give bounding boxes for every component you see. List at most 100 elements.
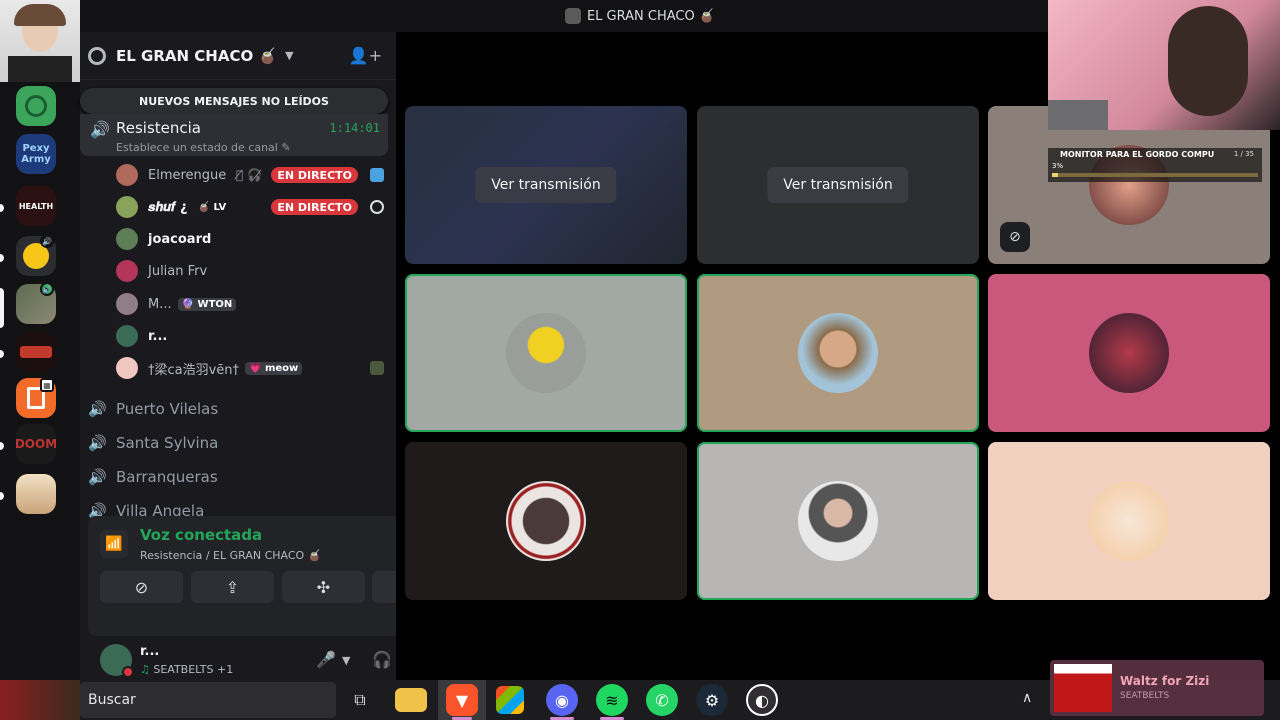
participant-tile[interactable] xyxy=(697,274,979,432)
channel-name: Santa Sylvina xyxy=(116,434,219,452)
voice-member[interactable]: r... xyxy=(116,322,386,350)
server-mini-icon xyxy=(564,8,581,24)
member-name: joacoard xyxy=(148,231,212,247)
member-name: Julian Frv xyxy=(148,263,208,279)
voice-member[interactable]: †梁ca浩羽vēn† 💗 meow xyxy=(116,354,386,382)
server-boost-icon xyxy=(88,46,106,65)
avatar xyxy=(506,313,586,393)
stream-tile[interactable]: Ver transmisión xyxy=(405,106,687,264)
doom-server-icon[interactable]: DOOM xyxy=(16,424,56,464)
voice-channel-santa-sylvina[interactable]: 🔊 Santa Sylvina xyxy=(88,427,388,459)
watch-stream-button[interactable]: Ver transmisión xyxy=(767,167,909,203)
voice-channel-barranqueras[interactable]: 🔊 Barranqueras xyxy=(88,461,388,493)
member-name: 𝒔𝒉𝒖𝒇 ¿ xyxy=(148,199,188,215)
participant-tile[interactable] xyxy=(988,442,1270,600)
avatar xyxy=(506,481,586,561)
steam-icon[interactable]: ⚙ xyxy=(696,684,728,716)
guild-name: EL GRAN CHACO 🧉 xyxy=(116,46,278,65)
unread-pill xyxy=(0,350,4,358)
watch-stream-button[interactable]: Ver transmisión xyxy=(475,167,617,203)
avatar xyxy=(116,228,138,250)
new-messages-banner[interactable]: NUEVOS MENSAJES NO LEÍDOS xyxy=(80,88,388,114)
voice-member[interactable]: 𝒔𝒉𝒖𝒇 ¿ 🧉 LV EN DIRECTO xyxy=(116,193,386,221)
speaker-icon: 🔊 xyxy=(88,434,107,452)
guild-header[interactable]: EL GRAN CHACO 🧉 ▼ 👤+ xyxy=(80,32,396,80)
stream-tile[interactable]: Ver transmisión xyxy=(697,106,979,264)
avatar xyxy=(116,357,138,379)
brave-browser-icon[interactable]: ▼ xyxy=(446,684,478,716)
participant-tile[interactable] xyxy=(405,442,687,600)
health-server-icon[interactable]: HEALTH xyxy=(16,186,56,226)
user-activity: ♫ SEATBELTS +1 xyxy=(140,663,234,676)
signal-icon[interactable]: 📶 xyxy=(100,530,128,558)
stream-thumbnail xyxy=(0,680,80,720)
voice-channel-resistencia[interactable]: 🔊 Resistencia 1:14:01 Establece un estad… xyxy=(80,114,388,156)
activities-button[interactable]: ✣ xyxy=(282,571,365,603)
discord-icon[interactable]: ◉ xyxy=(546,684,578,716)
username[interactable]: r... xyxy=(140,644,159,659)
voice-active-icon: 🔊 xyxy=(40,282,54,296)
muted-deafened-icon: 🎙̸ 🎧̸ xyxy=(236,168,262,182)
member-name: Elmerengue xyxy=(148,167,227,183)
camera-hidden-icon[interactable]: ⊘ xyxy=(1000,222,1030,252)
avatar xyxy=(116,260,138,282)
participant-tile[interactable] xyxy=(405,274,687,432)
live-badge: EN DIRECTO xyxy=(271,167,358,183)
stream-goal-overlay: MONITOR PARA EL GORDO COMPU 1 / 35 3% xyxy=(1048,148,1262,182)
microsoft-store-icon[interactable] xyxy=(496,686,524,714)
share-screen-button[interactable]: ⇪ xyxy=(191,571,274,603)
voice-location[interactable]: Resistencia / EL GRAN CHACO 🧉 xyxy=(140,549,321,562)
activity-icon xyxy=(370,168,384,182)
microphone-icon[interactable]: 🎤 xyxy=(316,650,336,669)
track-title: Waltz for Zizi xyxy=(1120,674,1210,688)
live-badge: EN DIRECTO xyxy=(271,199,358,215)
red-logo-server-icon[interactable] xyxy=(16,332,56,372)
channel-status[interactable]: Establece un estado de canal ✎ xyxy=(116,141,291,154)
webcam-overlay xyxy=(0,0,80,82)
chevron-down-icon: ▼ xyxy=(285,49,294,62)
now-playing-widget[interactable]: Waltz for Zizi SEATBELTS xyxy=(1050,660,1264,716)
task-view-icon[interactable]: ⧉ xyxy=(344,684,376,716)
chevron-up-icon[interactable]: ∧ xyxy=(1022,690,1032,706)
unread-pill xyxy=(0,492,4,500)
member-tag: 💗 meow xyxy=(245,361,303,375)
channel-name: Barranqueras xyxy=(116,468,218,486)
voice-member[interactable]: joacoard xyxy=(116,225,386,253)
search-box[interactable]: Buscar xyxy=(80,682,336,718)
anime-server-icon[interactable] xyxy=(16,474,56,514)
headphones-icon[interactable]: 🎧 xyxy=(372,650,392,669)
overlay-count: 1 / 35 xyxy=(1233,150,1254,158)
obs-icon[interactable]: ◐ xyxy=(746,684,778,716)
channel-name: Puerto Vilelas xyxy=(116,400,219,418)
participant-tile[interactable] xyxy=(697,442,979,600)
voice-member[interactable]: Julian Frv xyxy=(116,257,386,285)
speaker-icon: 🔊 xyxy=(90,120,110,139)
selected-pill xyxy=(0,288,4,328)
participant-tile[interactable] xyxy=(988,274,1270,432)
camera-off-button[interactable]: ⊘ xyxy=(100,571,183,603)
voice-member[interactable]: M... 🔮 WTON xyxy=(116,290,386,318)
overlay-progress-bar xyxy=(1052,173,1258,177)
member-tag: 🧉 LV xyxy=(197,201,227,213)
whatsapp-icon[interactable]: ✆ xyxy=(646,684,678,716)
file-explorer-icon[interactable] xyxy=(395,688,427,712)
chevron-down-icon[interactable]: ▼ xyxy=(342,654,350,667)
avatar xyxy=(1089,481,1169,561)
speaker-icon: 🔊 xyxy=(88,400,107,418)
activity-icon xyxy=(370,200,384,214)
avatar xyxy=(116,325,138,347)
spotify-icon[interactable]: ≋ xyxy=(596,684,628,716)
pexy-army-server-icon[interactable]: Pexy Army xyxy=(16,134,56,174)
green-server-icon[interactable] xyxy=(16,86,56,126)
voice-channel-name: Resistencia xyxy=(116,119,201,137)
voice-status[interactable]: Voz conectada xyxy=(140,526,262,544)
unread-pill xyxy=(0,204,4,212)
avatar xyxy=(116,164,138,186)
streamer-webcam xyxy=(1048,0,1280,130)
voice-channel-puerto-vilelas[interactable]: 🔊 Puerto Vilelas xyxy=(88,393,388,425)
server-rail: Pexy Army HEALTH 🔊 🔊 ▦ DOOM xyxy=(0,32,72,680)
invite-people-icon[interactable]: 👤+ xyxy=(349,46,382,65)
overlay-progress-label: 3% xyxy=(1052,162,1064,170)
avatar xyxy=(798,313,878,393)
voice-member[interactable]: Elmerengue 🎙̸ 🎧̸ EN DIRECTO xyxy=(116,161,386,189)
